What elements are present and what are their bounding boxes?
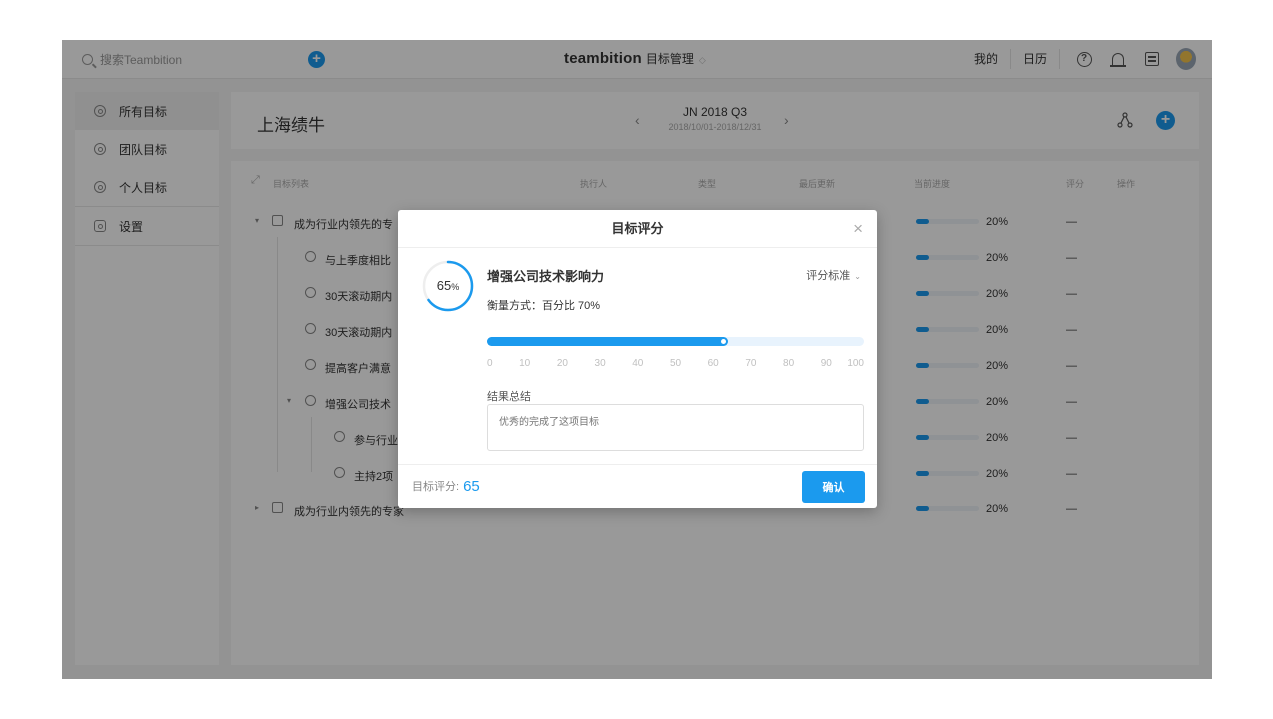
chevron-down-icon: ⌄ (854, 272, 861, 281)
slider-tick-label: 70 (745, 358, 757, 369)
confirm-button[interactable]: 确认 (802, 471, 865, 503)
app-window: 搜索Teambition + teambition 目标管理 ◇ 我的 日历 ? 所… (62, 40, 1212, 679)
summary-label: 结果总结 (487, 391, 531, 403)
ring-value: 65 (436, 278, 452, 293)
dialog-footer: 目标评分: 65 确认 (398, 464, 877, 508)
goal-score: 目标评分: 65 (412, 478, 480, 495)
close-icon[interactable]: × (853, 210, 863, 248)
slider-tick-label: 30 (594, 358, 606, 369)
summary-input[interactable] (487, 404, 864, 451)
scoring-standard-dropdown[interactable]: 评分标准 ⌄ (806, 267, 861, 283)
goal-score-dialog: 目标评分 × 65% 增强公司技术影响力 评分标准 ⌄ 衡量方式：百分比 70% … (398, 210, 877, 508)
slider-tick-label: 90 (820, 358, 832, 369)
slider-fill (487, 337, 729, 346)
slider-tick-label: 60 (707, 358, 719, 369)
slider-tick-label: 40 (632, 358, 644, 369)
slider-tick-label: 20 (556, 358, 568, 369)
slider-tick-label: 80 (783, 358, 795, 369)
measure-method: 衡量方式：百分比 70% (487, 300, 601, 312)
key-result-title: 增强公司技术影响力 (487, 269, 605, 284)
slider-tick-label: 50 (669, 358, 682, 369)
score-ring-label: 65% (422, 260, 474, 312)
slider-tick-label: 0 (487, 358, 493, 369)
slider-tick-label: 100 (847, 358, 864, 369)
goal-score-value: 65 (463, 478, 480, 495)
slider-tick-label: 10 (519, 358, 531, 369)
scoring-standard-label: 评分标准 (806, 270, 851, 282)
ring-unit: % (451, 282, 460, 292)
slider-ticks: 0 10 20 30 40 50 60 70 80 90 100 (487, 358, 864, 372)
slider-handle[interactable] (721, 339, 727, 344)
dialog-title: 目标评分 (611, 221, 664, 236)
score-slider[interactable] (487, 337, 864, 346)
goal-score-label: 目标评分: (412, 481, 460, 493)
dialog-header: 目标评分 × (398, 210, 877, 248)
